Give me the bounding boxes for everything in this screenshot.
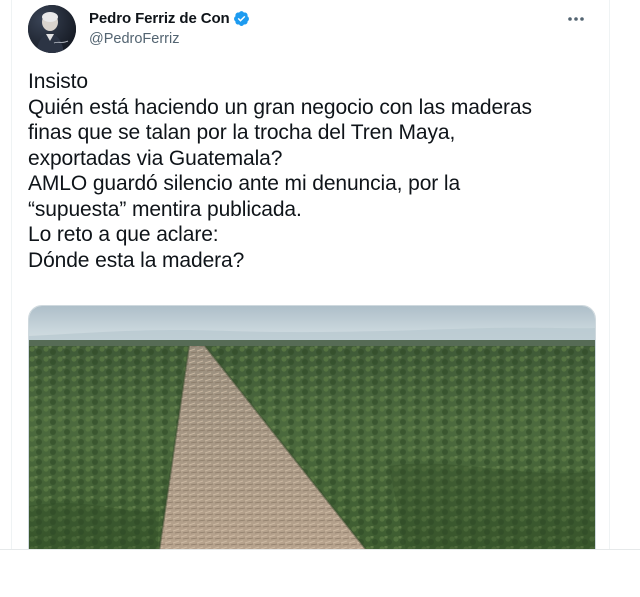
tweet-text-line: “supuesta” mentira publicada. — [28, 197, 302, 221]
tweet-text-line: finas que se talan por la trocha del Tre… — [28, 121, 456, 144]
verified-badge-icon — [233, 10, 250, 27]
forest-clearing-photo — [29, 306, 595, 550]
avatar[interactable] — [28, 5, 76, 53]
handle[interactable]: @PedroFerriz — [89, 31, 250, 47]
tweet-text: Insisto Quién está haciendo un gran nego… — [28, 69, 598, 273]
divider — [0, 549, 640, 550]
tweet-photo[interactable] — [28, 305, 596, 550]
tweet-text-line: Quién está haciendo un gran negocio con … — [28, 95, 532, 119]
tweet-header: Pedro Ferriz de Con @PedroFerriz — [28, 5, 593, 53]
tweet-text-line: AMLO guardó silencio ante mi denuncia, p… — [28, 172, 461, 195]
tweet-text-line: exportadas via Guatemala? — [28, 146, 283, 170]
avatar-photo — [28, 5, 76, 53]
tweet-text-line: Insisto — [28, 70, 88, 93]
tweet-text-line: Lo reto a que aclare: — [28, 223, 219, 246]
display-name[interactable]: Pedro Ferriz de Con — [89, 10, 230, 27]
more-dots-icon[interactable] — [561, 7, 591, 31]
name-row: Pedro Ferriz de Con — [89, 8, 250, 28]
tweet-card[interactable]: Pedro Ferriz de Con @PedroFerriz Insisto… — [11, 0, 610, 550]
tweet-text-line: Dónde esta la madera? — [28, 248, 245, 272]
author-block: Pedro Ferriz de Con @PedroFerriz — [89, 8, 250, 47]
page: Pedro Ferriz de Con @PedroFerriz Insisto… — [0, 0, 640, 597]
